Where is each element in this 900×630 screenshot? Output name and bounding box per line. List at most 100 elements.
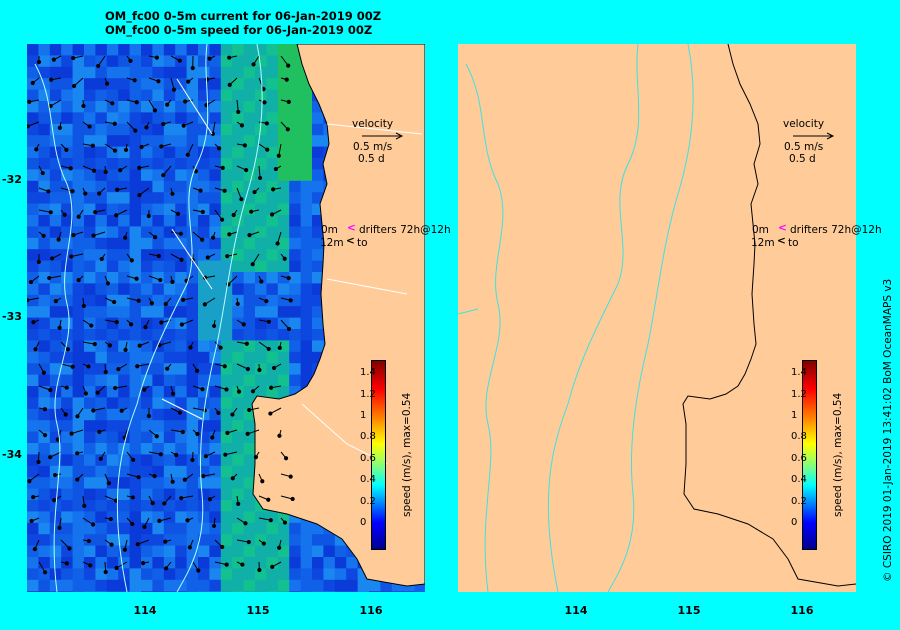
speed-cell xyxy=(289,66,302,79)
speed-cell xyxy=(186,420,199,433)
current-vector-head xyxy=(269,385,274,390)
current-vector-head xyxy=(219,217,225,222)
speed-cell xyxy=(289,340,302,353)
speed-cell xyxy=(312,180,324,193)
speed-cell xyxy=(163,488,176,501)
speed-cell xyxy=(38,488,51,501)
speed-cell xyxy=(323,568,336,581)
speed-cell xyxy=(49,215,62,227)
current-vector-head xyxy=(225,254,230,259)
speed-cell xyxy=(84,329,96,341)
speed-cell xyxy=(106,351,119,364)
speed-cell xyxy=(38,340,51,353)
speed-cell xyxy=(95,237,108,250)
drifters-depth-label: 0m xyxy=(752,224,769,236)
current-vector-head xyxy=(87,124,92,129)
speed-cell xyxy=(232,329,245,341)
speed-cell xyxy=(95,511,108,524)
current-vector-head xyxy=(245,431,250,436)
speed-cell xyxy=(72,534,85,547)
current-vector-head xyxy=(264,299,269,304)
speed-cell xyxy=(106,237,119,250)
speed-cell xyxy=(163,329,176,341)
speed-cell xyxy=(198,283,210,296)
current-vector-head xyxy=(154,55,159,60)
speed-cell xyxy=(84,294,96,307)
current-vector-head xyxy=(123,235,128,240)
colorbar-tick-label: 0.2 xyxy=(791,495,807,507)
speed-cell xyxy=(152,66,165,79)
speed-cell xyxy=(84,511,96,524)
current-vector-head xyxy=(135,542,140,547)
speed-cell xyxy=(289,306,302,319)
current-vector-head xyxy=(162,501,167,506)
speed-cell xyxy=(289,192,302,205)
speed-cell xyxy=(84,89,96,102)
current-vector-head xyxy=(41,233,46,238)
speed-cell xyxy=(118,123,131,136)
current-vector-head xyxy=(277,545,282,550)
speed-cell xyxy=(312,545,324,558)
current-vector-head xyxy=(81,303,86,309)
current-vector-head xyxy=(69,254,74,259)
speed-cell xyxy=(95,283,108,296)
speed-cell xyxy=(61,397,74,410)
speed-cell xyxy=(209,237,222,250)
speed-cell xyxy=(118,522,131,535)
speed-cell xyxy=(198,579,210,592)
speed-cell xyxy=(289,180,302,193)
speed-cell xyxy=(152,146,165,159)
current-vector-head xyxy=(244,167,249,173)
current-vector-head xyxy=(152,473,157,479)
speed-cell xyxy=(84,477,96,490)
speed-cell xyxy=(277,374,290,387)
speed-cell xyxy=(95,203,108,216)
speed-cell xyxy=(243,591,256,592)
speed-cell xyxy=(266,260,279,273)
speed-cell xyxy=(300,89,313,102)
speed-cell xyxy=(198,351,210,364)
speed-cell xyxy=(243,249,256,262)
speed-cell xyxy=(198,123,210,136)
current-vector-head xyxy=(152,108,158,113)
speed-cell xyxy=(209,66,222,79)
speed-cell xyxy=(84,591,96,592)
current-vector-head xyxy=(105,81,110,86)
speed-cell xyxy=(243,89,256,102)
speed-cell xyxy=(289,101,302,113)
speed-cell xyxy=(163,522,176,535)
speed-cell xyxy=(118,237,131,250)
speed-cell xyxy=(232,55,245,68)
current-vector-head xyxy=(210,435,215,440)
speed-cell xyxy=(106,431,119,444)
current-vector-head xyxy=(243,521,248,526)
speed-cell xyxy=(61,488,74,501)
speed-cell xyxy=(220,146,233,159)
speed-cell xyxy=(289,226,302,239)
drifters-label: drifters 72h@12h xyxy=(790,224,882,236)
current-vector-head xyxy=(110,101,115,106)
current-vector-head xyxy=(118,168,123,173)
speed-cell xyxy=(220,203,233,216)
speed-cell xyxy=(95,317,108,330)
speed-cell xyxy=(141,89,153,102)
speed-cell xyxy=(141,522,153,535)
current-vector-head xyxy=(282,520,288,525)
speed-cell xyxy=(95,260,108,273)
current-vector-head xyxy=(81,103,86,109)
speed-cell xyxy=(255,192,267,205)
current-vector-head xyxy=(163,539,168,544)
speed-cell xyxy=(118,591,131,592)
current-vector-head xyxy=(137,165,142,170)
speed-cell xyxy=(220,534,233,547)
drifters-label: drifters 72h@12h xyxy=(359,224,451,236)
speed-cell xyxy=(49,545,62,558)
speed-cell xyxy=(175,374,188,387)
speed-cell xyxy=(118,66,131,79)
speed-cell xyxy=(289,363,302,376)
speed-cell xyxy=(72,579,85,592)
current-vector-head xyxy=(161,173,166,178)
speed-cell xyxy=(38,317,51,330)
to-label: to xyxy=(788,237,799,249)
speed-cell xyxy=(220,44,233,56)
